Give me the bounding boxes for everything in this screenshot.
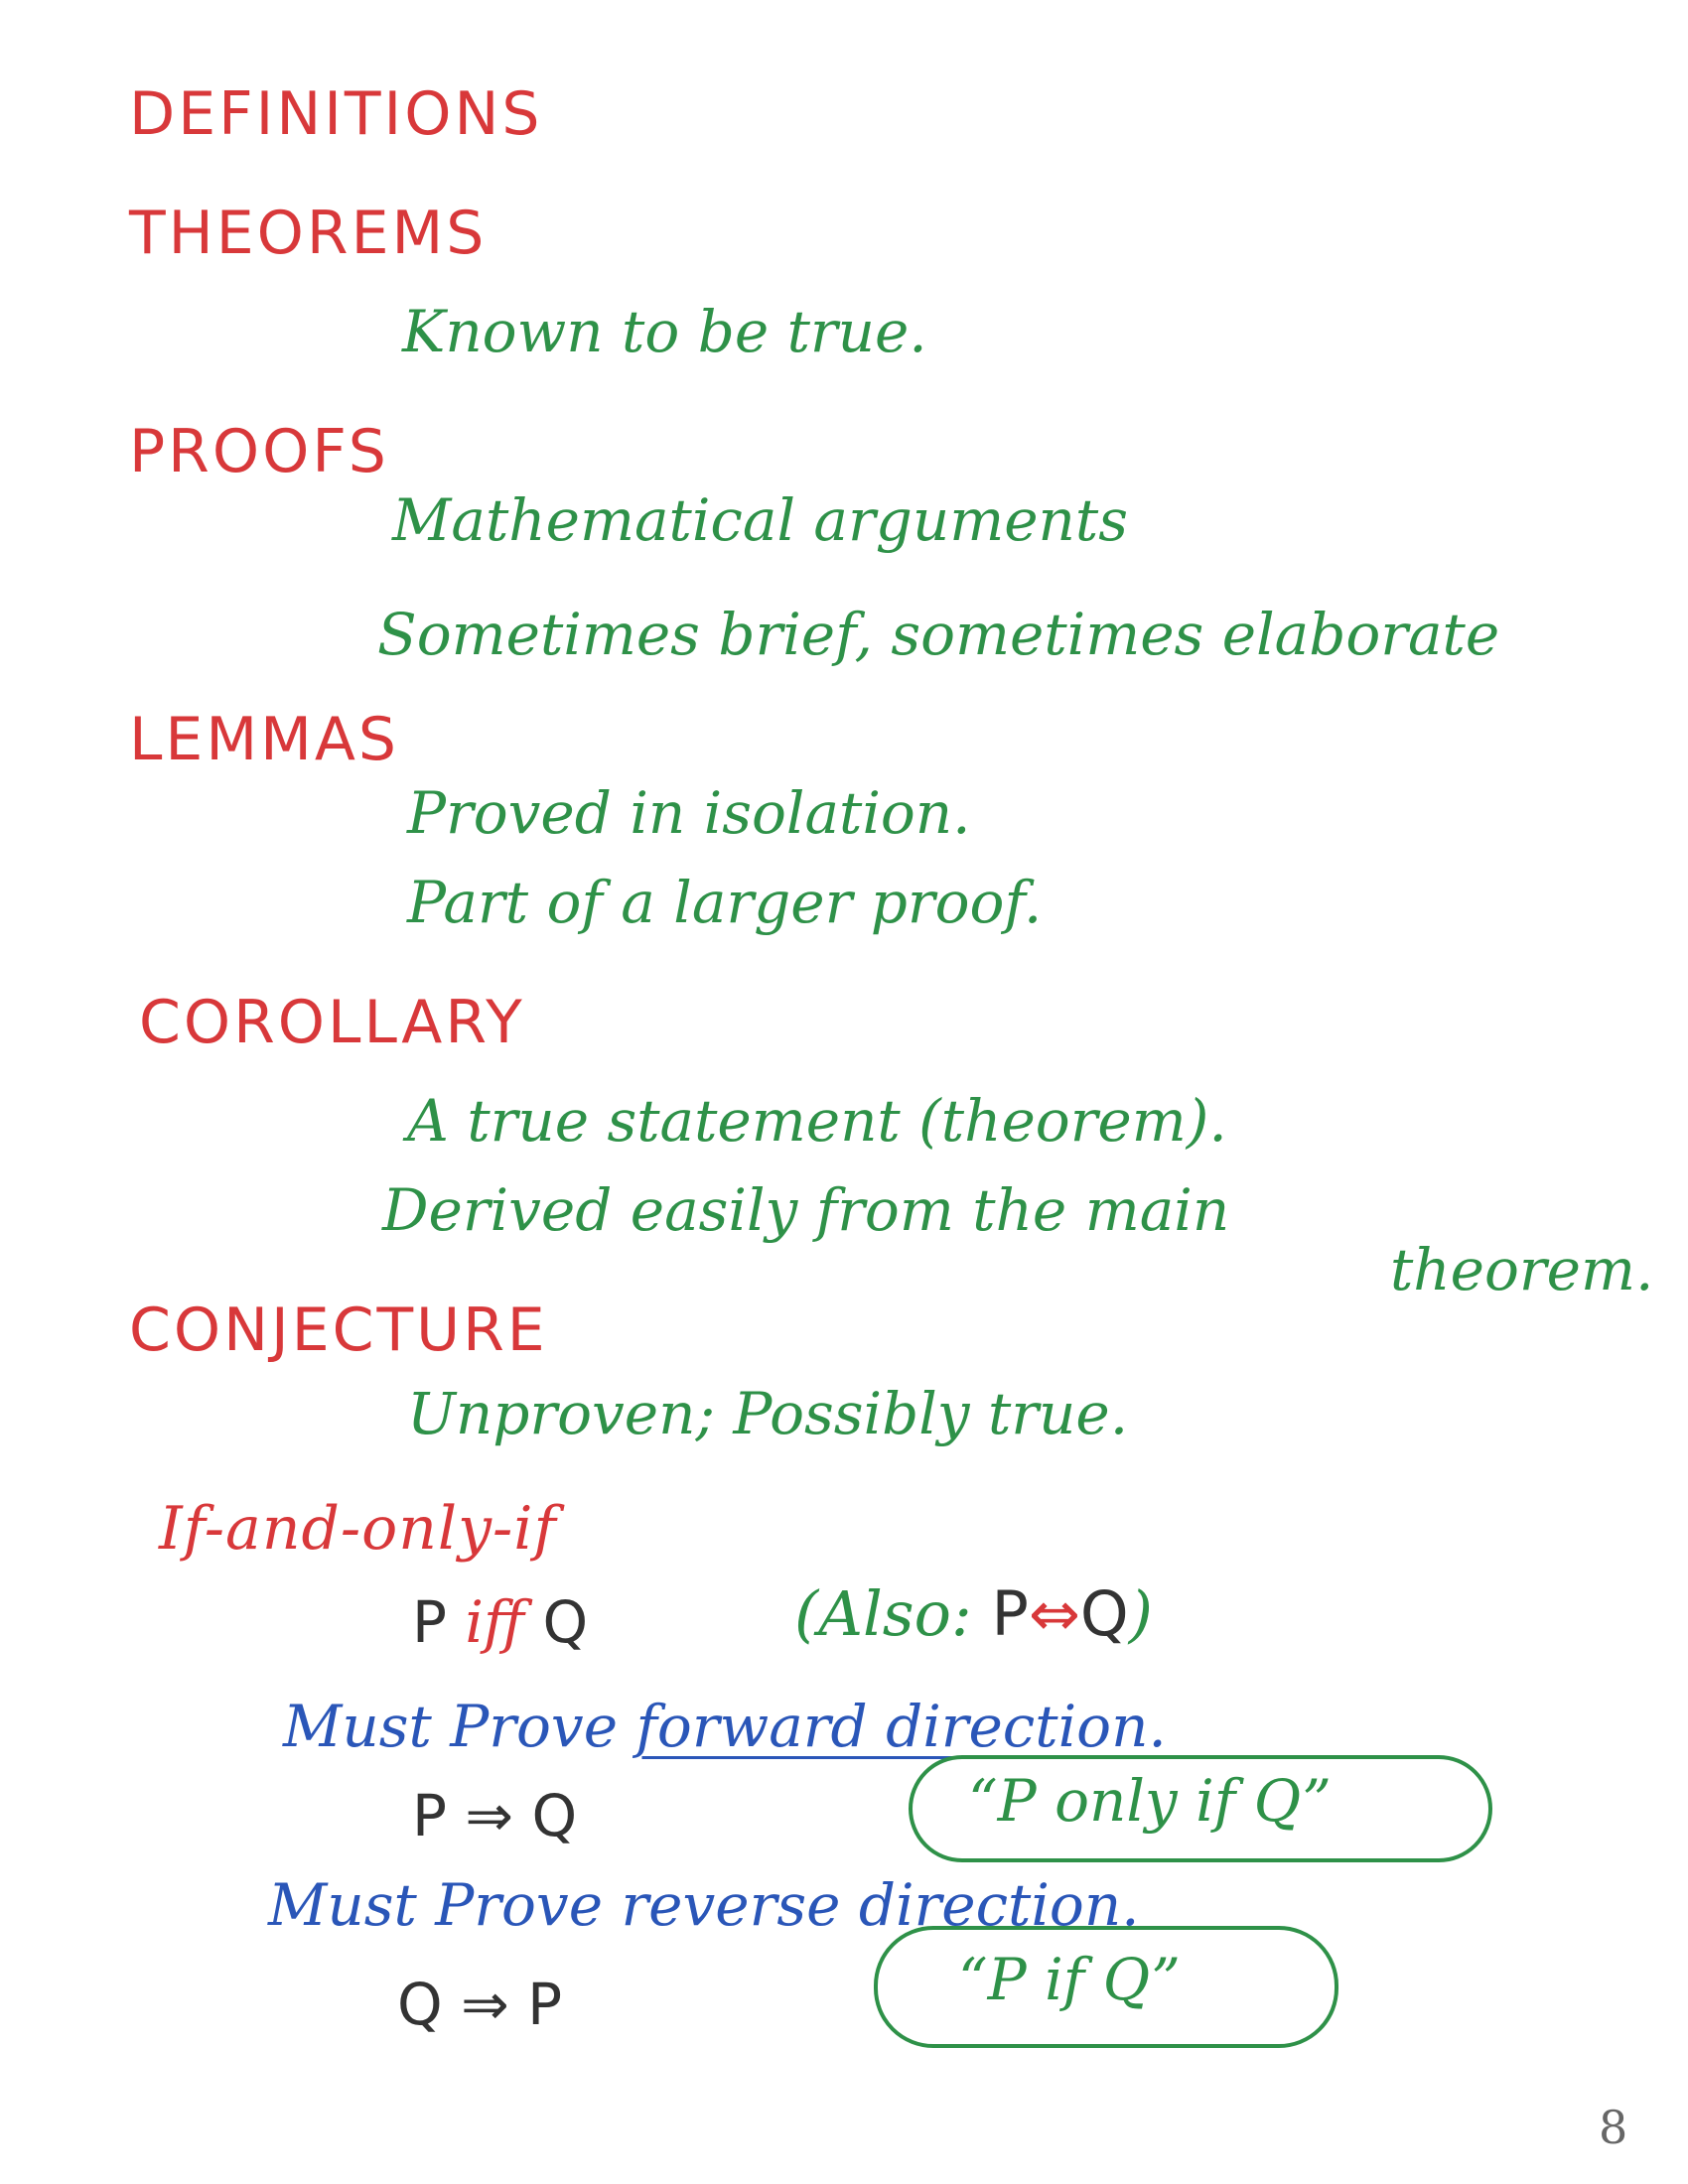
page-number: 8: [1599, 2101, 1628, 2154]
heading-theorems: THEOREMS: [129, 199, 488, 268]
corollary-line-2: Derived easily from the main: [382, 1176, 1230, 1244]
iff-expression: P iff Q: [412, 1593, 588, 1651]
theorems-note: Known to be true.: [402, 298, 927, 365]
proofs-line-2: Sometimes brief, sometimes elaborate: [377, 601, 1500, 668]
forward-quote: “P only if Q”: [968, 1767, 1332, 1835]
also-close: ): [1128, 1577, 1153, 1650]
heading-conjecture: CONJECTURE: [129, 1296, 548, 1365]
also-open: (Also:: [794, 1577, 992, 1650]
heading-definitions: DEFINITIONS: [129, 79, 543, 149]
iff-p: P: [412, 1588, 447, 1656]
lemmas-line-2: Part of a larger proof.: [407, 869, 1043, 936]
heading-lemmas: LEMMAS: [129, 705, 400, 774]
notes-page: DEFINITIONS THEOREMS Known to be true. P…: [0, 0, 1688, 2184]
conjecture-line-1: Unproven; Possibly true.: [407, 1380, 1129, 1447]
also-q: Q: [1079, 1577, 1129, 1650]
forward-must-prove: Must Prove: [283, 1693, 619, 1760]
double-arrow-icon: ⇔: [1028, 1577, 1080, 1650]
forward-implication: P ⇒ Q: [412, 1782, 578, 1849]
iff-also: (Also: P⇔Q): [794, 1583, 1153, 1645]
iff-word: iff: [465, 1588, 525, 1656]
heading-iff: If-and-only-if: [159, 1494, 557, 1564]
proofs-line-1: Mathematical arguments: [392, 486, 1128, 554]
forward-line: Must Prove forward direction.: [283, 1698, 1167, 1755]
reverse-quote: “P if Q”: [958, 1946, 1181, 2013]
corollary-line-3: theorem.: [1390, 1236, 1654, 1303]
corollary-line-1: A true statement (theorem).: [407, 1087, 1227, 1155]
reverse-implication: Q ⇒ P: [397, 1971, 563, 2038]
forward-direction: forward direction.: [635, 1693, 1167, 1760]
iff-q: Q: [542, 1588, 589, 1656]
lemmas-line-1: Proved in isolation.: [407, 779, 971, 847]
heading-corollary: COROLLARY: [139, 988, 525, 1057]
also-p: P: [991, 1577, 1029, 1650]
reverse-must-prove: Must Prove: [268, 1871, 604, 1939]
heading-proofs: PROOFS: [129, 417, 389, 486]
